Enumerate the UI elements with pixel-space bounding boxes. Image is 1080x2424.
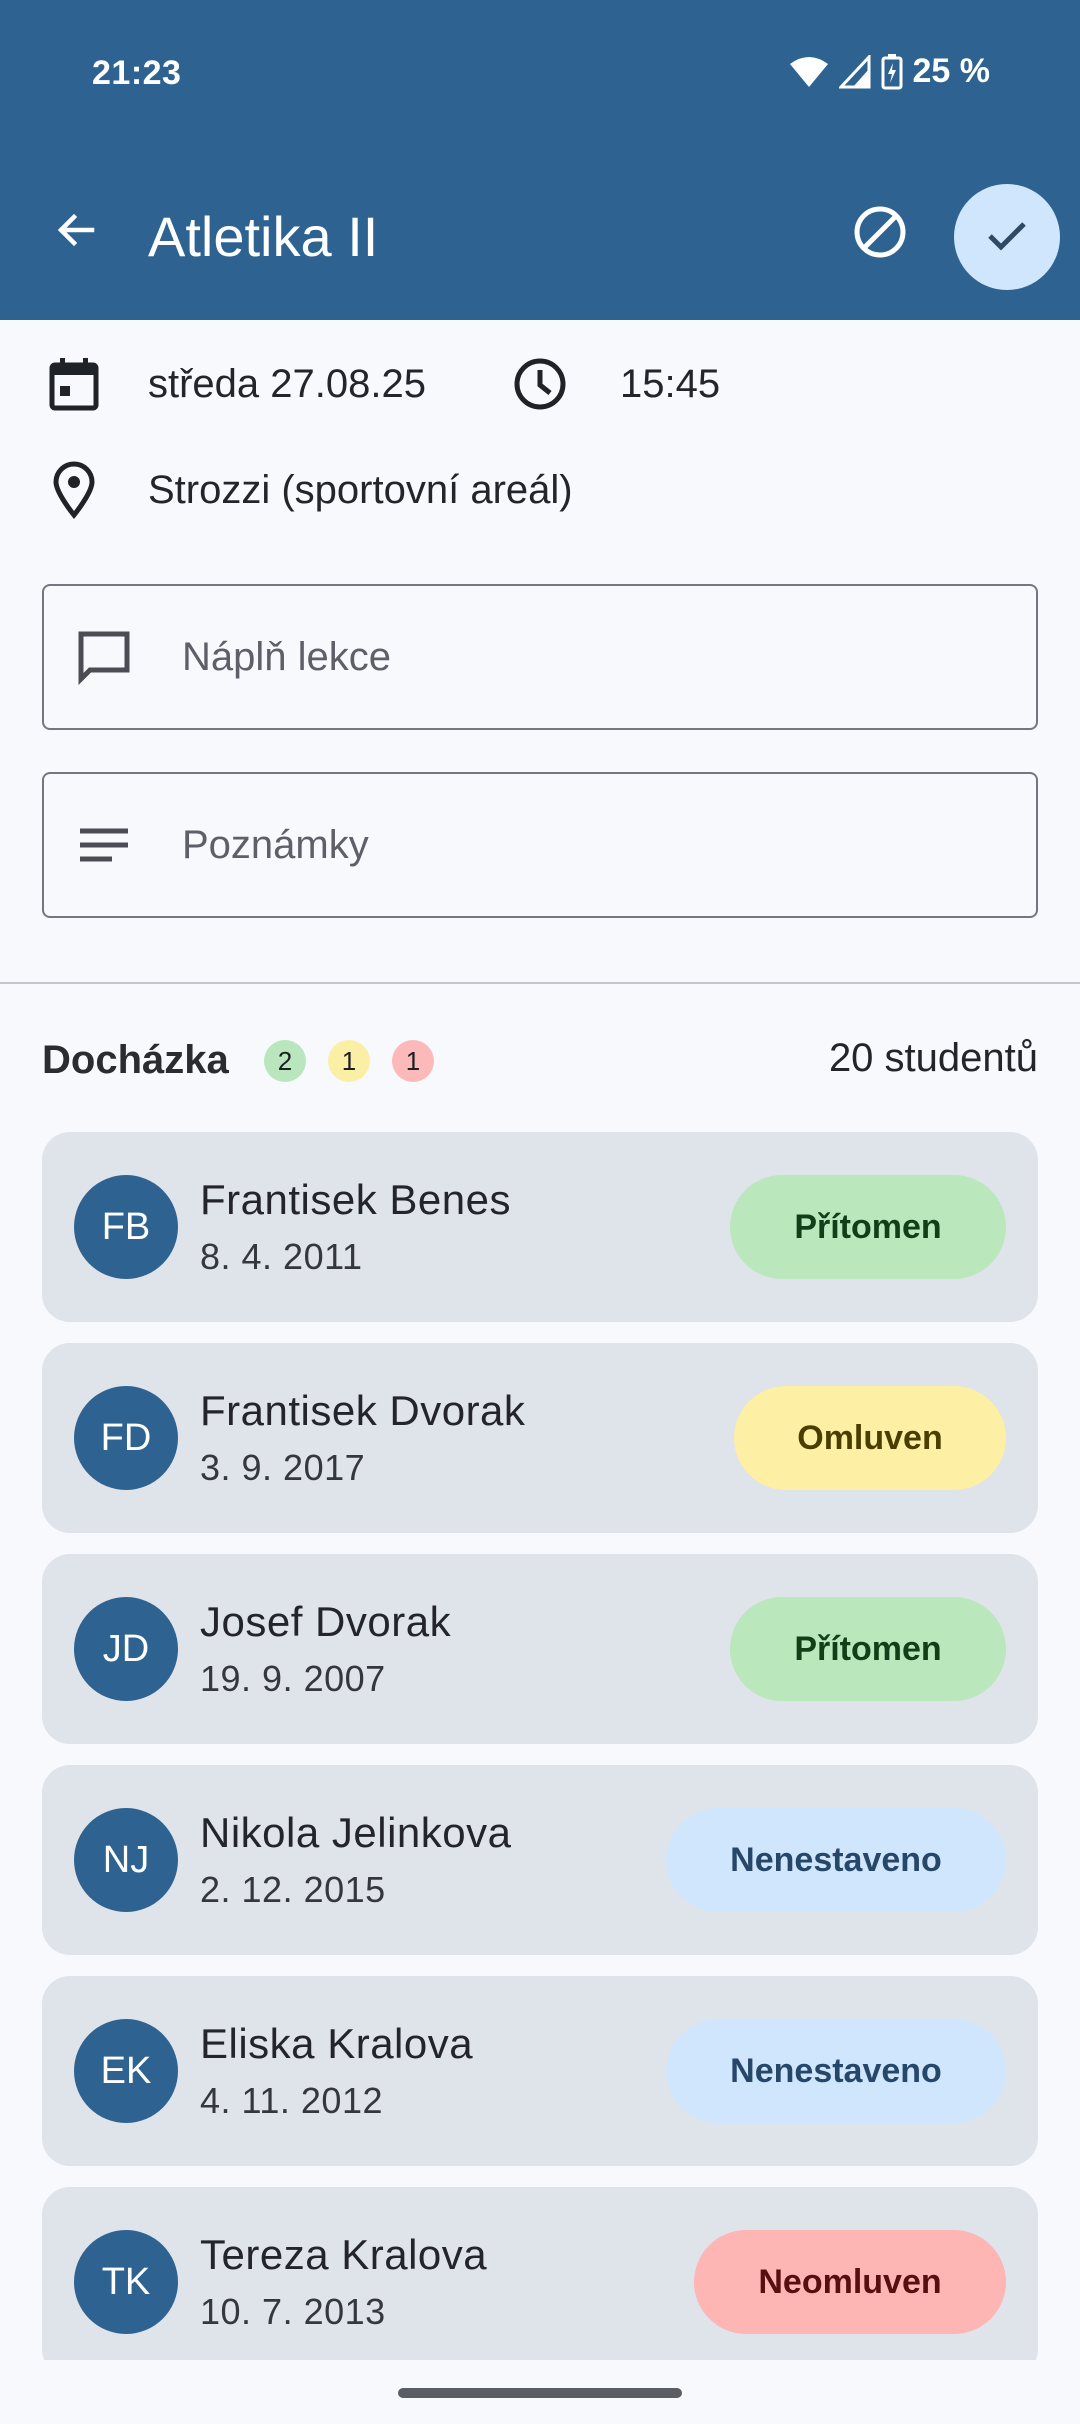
avatar: JD bbox=[74, 1597, 178, 1701]
avatar: EK bbox=[74, 2019, 178, 2123]
student-birthdate: 3. 9. 2017 bbox=[200, 1447, 366, 1488]
student-name: Nikola Jelinkova bbox=[200, 1809, 512, 1856]
lesson-time: 15:45 bbox=[620, 361, 721, 406]
student-name: Frantisek Benes bbox=[200, 1176, 511, 1223]
app-header: 21:23 25 % Atletika II bbox=[0, 0, 1080, 320]
location-pin-icon bbox=[44, 460, 104, 520]
page-title: Atletika II bbox=[148, 205, 379, 268]
student-card[interactable]: JD Josef Dvorak 19. 9. 2007 Přítomen bbox=[42, 1554, 1038, 1744]
comment-icon bbox=[74, 627, 134, 687]
excused-count-badge: 1 bbox=[328, 1040, 370, 1082]
student-birthdate: 10. 7. 2013 bbox=[200, 2291, 386, 2332]
attendance-status-chip[interactable]: Přítomen bbox=[730, 1175, 1006, 1279]
attendance-title: Docházka bbox=[42, 1038, 229, 1082]
lesson-location: Strozzi (sportovní areál) bbox=[148, 467, 573, 512]
student-name: Josef Dvorak bbox=[200, 1598, 452, 1645]
arrow-back-icon bbox=[52, 206, 100, 259]
home-indicator[interactable] bbox=[398, 2388, 682, 2398]
calendar-icon bbox=[44, 354, 104, 414]
clock-icon bbox=[510, 354, 570, 414]
attendance-status-chip[interactable]: Neomluven bbox=[694, 2230, 1006, 2334]
student-birthdate: 4. 11. 2012 bbox=[200, 2080, 383, 2121]
student-card[interactable]: NJ Nikola Jelinkova 2. 12. 2015 Nenestav… bbox=[42, 1765, 1038, 1955]
location-row: Strozzi (sportovní areál) bbox=[44, 460, 573, 520]
avatar: NJ bbox=[74, 1808, 178, 1912]
student-card[interactable]: FB Frantisek Benes 8. 4. 2011 Přítomen bbox=[42, 1132, 1038, 1322]
status-icons: 25 % bbox=[789, 52, 991, 91]
avatar: TK bbox=[74, 2230, 178, 2334]
block-icon bbox=[852, 204, 908, 265]
cancel-lesson-button[interactable] bbox=[844, 198, 916, 270]
battery-icon bbox=[881, 53, 903, 90]
unexcused-count-badge: 1 bbox=[392, 1040, 434, 1082]
attendance-status-chip[interactable]: Omluven bbox=[734, 1386, 1006, 1490]
divider bbox=[0, 982, 1080, 984]
date-time-row: středa 27.08.25 15:45 bbox=[44, 354, 720, 414]
lesson-content-placeholder: Náplň lekce bbox=[182, 634, 392, 679]
lesson-date: středa 27.08.25 bbox=[148, 361, 426, 406]
student-birthdate: 2. 12. 2015 bbox=[200, 1869, 386, 1910]
attendance-status-chip[interactable]: Nenestaveno bbox=[666, 2019, 1006, 2123]
confirm-button[interactable] bbox=[954, 184, 1060, 290]
student-name: Frantisek Dvorak bbox=[200, 1387, 526, 1434]
student-list[interactable]: FB Frantisek Benes 8. 4. 2011 Přítomen F… bbox=[42, 1132, 1038, 2360]
attendance-status-chip[interactable]: Nenestaveno bbox=[666, 1808, 1006, 1912]
lesson-content-field[interactable]: Náplň lekce bbox=[42, 584, 1038, 730]
present-count-badge: 2 bbox=[264, 1040, 306, 1082]
check-icon bbox=[982, 210, 1032, 265]
back-button[interactable] bbox=[40, 196, 112, 268]
student-name: Eliska Kralova bbox=[200, 2020, 474, 2067]
cellular-signal-icon bbox=[838, 54, 871, 89]
notes-field[interactable]: Poznámky bbox=[42, 772, 1038, 918]
notes-placeholder: Poznámky bbox=[182, 822, 369, 867]
student-card[interactable]: TK Tereza Kralova 10. 7. 2013 Neomluven bbox=[42, 2187, 1038, 2360]
student-card[interactable]: FD Frantisek Dvorak 3. 9. 2017 Omluven bbox=[42, 1343, 1038, 1533]
wifi-icon bbox=[789, 55, 829, 89]
status-time: 21:23 bbox=[92, 54, 182, 92]
avatar: FB bbox=[74, 1175, 178, 1279]
avatar: FD bbox=[74, 1386, 178, 1490]
student-count: 20 studentů bbox=[828, 1036, 1038, 1080]
student-name: Tereza Kralova bbox=[200, 2231, 488, 2278]
student-card[interactable]: EK Eliska Kralova 4. 11. 2012 Nenestaven… bbox=[42, 1976, 1038, 2166]
student-birthdate: 8. 4. 2011 bbox=[200, 1236, 363, 1277]
student-birthdate: 19. 9. 2007 bbox=[200, 1658, 386, 1699]
battery-percent: 25 % bbox=[912, 52, 991, 90]
attendance-status-chip[interactable]: Přítomen bbox=[730, 1597, 1006, 1701]
notes-lines-icon bbox=[74, 815, 134, 875]
